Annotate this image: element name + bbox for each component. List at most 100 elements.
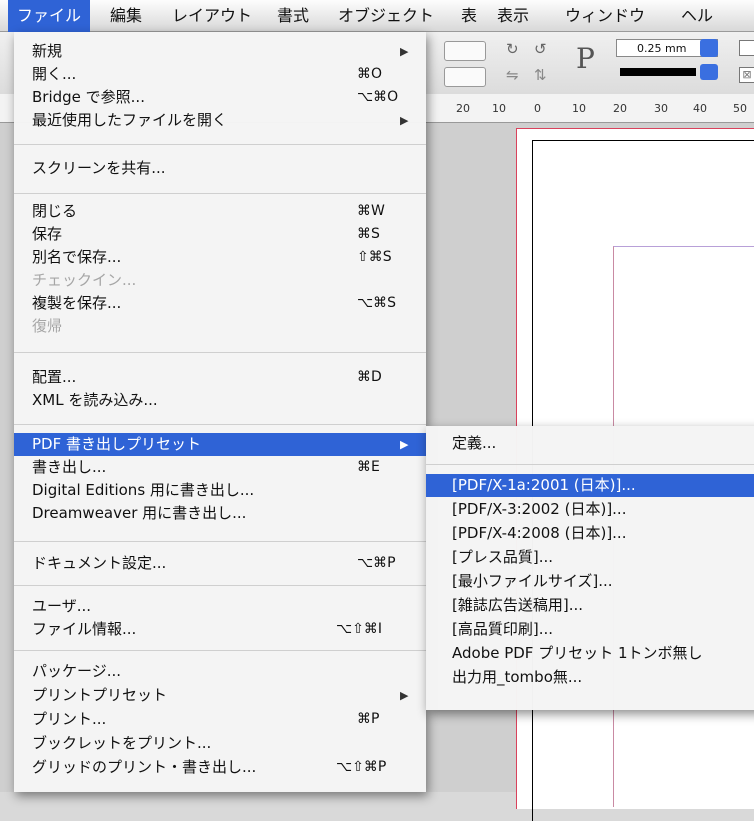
pdf-presets-submenu: 定義... [PDF/X-1a:2001 (日本)]... [PDF/X-3:2… <box>426 426 754 710</box>
menu-item-label: ファイル情報... <box>32 620 137 638</box>
submenu-item-magazine-ad[interactable]: [雑誌広告送稿用]... <box>426 594 754 617</box>
submenu-item-custom-preset-2[interactable]: 出力用_tombo無... <box>426 666 754 689</box>
menu-item-label: [雑誌広告送稿用]... <box>452 596 584 614</box>
menu-item-label: 最近使用したファイルを開く <box>32 111 228 129</box>
menu-item-label: [プレス品質]... <box>452 548 554 566</box>
menu-item-label: [最小ファイルサイズ]... <box>452 572 613 590</box>
menu-item-shortcut: ⇧⌘S <box>357 249 392 265</box>
menu-item-revert: 復帰 <box>14 315 426 338</box>
submenu-item-custom-preset-1[interactable]: Adobe PDF プリセット 1トンボ無し <box>426 642 754 665</box>
menu-item-save-copy[interactable]: 複製を保存... ⌥⌘S <box>14 292 426 315</box>
menu-object[interactable]: オブジェクト <box>329 0 443 32</box>
menu-item-label: [PDF/X-3:2002 (日本)]... <box>452 500 627 518</box>
menu-item-shortcut: ⌘S <box>357 226 380 242</box>
stroke-weight-dropdown-icon[interactable] <box>700 39 718 57</box>
menu-item-pdf-export-presets[interactable]: PDF 書き出しプリセット ▶ <box>14 433 426 456</box>
menu-bar: ファイル 編集 レイアウト 書式 オブジェクト 表 表示 ウィンドウ ヘル <box>0 0 754 32</box>
rotate-cw-icon[interactable]: ↻ <box>506 40 519 58</box>
menu-layout[interactable]: レイアウト <box>163 0 261 32</box>
submenu-arrow-icon: ▶ <box>400 45 409 58</box>
menu-item-label: 書き出し... <box>32 458 107 476</box>
menu-type[interactable]: 書式 <box>268 0 318 32</box>
menu-item-label: ブックレットをプリント... <box>32 734 212 752</box>
menu-item-label: 閉じる <box>32 202 78 220</box>
menu-table[interactable]: 表 <box>452 0 486 32</box>
ruler-tick-label: 10 <box>492 102 506 115</box>
menu-item-grid-print-export[interactable]: グリッドのプリント・書き出し... ⌥⇧⌘P <box>14 756 426 779</box>
flip-vertical-icon[interactable]: ⇅ <box>534 66 547 84</box>
menu-item-label: XML を読み込み... <box>32 391 158 409</box>
menu-item-shortcut: ⌘O <box>357 66 383 82</box>
submenu-item-smallest-file[interactable]: [最小ファイルサイズ]... <box>426 570 754 593</box>
menu-item-open-recent[interactable]: 最近使用したファイルを開く ▶ <box>14 109 426 132</box>
menu-item-label: 出力用_tombo無... <box>452 668 583 686</box>
fill-swatch-icon[interactable] <box>739 40 754 56</box>
menu-item-open[interactable]: 開く... ⌘O <box>14 63 426 86</box>
menu-item-document-setup[interactable]: ドキュメント設定... ⌥⌘P <box>14 552 426 575</box>
menu-separator <box>14 650 426 651</box>
menu-item-import-xml[interactable]: XML を読み込み... <box>14 389 426 412</box>
menu-item-close[interactable]: 閉じる ⌘W <box>14 200 426 223</box>
menu-item-export[interactable]: 書き出し... ⌘E <box>14 456 426 479</box>
menu-item-print[interactable]: プリント... ⌘P <box>14 708 426 731</box>
menu-item-label: 複製を保存... <box>32 294 122 312</box>
menu-item-share-screen[interactable]: スクリーンを共有... <box>14 157 426 180</box>
menu-item-label: [PDF/X-4:2008 (日本)]... <box>452 524 627 542</box>
menu-item-export-digital-editions[interactable]: Digital Editions 用に書き出し... <box>14 479 426 502</box>
menu-item-label: 復帰 <box>32 317 63 335</box>
menu-help[interactable]: ヘル <box>672 0 722 32</box>
menu-item-shortcut: ⌘E <box>357 459 380 475</box>
menu-separator <box>14 541 426 542</box>
reference-point-icon[interactable]: P <box>576 42 595 75</box>
ruler-tick-label: 40 <box>693 102 707 115</box>
submenu-item-pdfx1a[interactable]: [PDF/X-1a:2001 (日本)]... <box>426 474 754 497</box>
stroke-type-preview[interactable] <box>620 68 696 76</box>
submenu-item-pdfx3[interactable]: [PDF/X-3:2002 (日本)]... <box>426 498 754 521</box>
menu-window[interactable]: ウィンドウ <box>556 0 654 32</box>
menu-item-package[interactable]: パッケージ... <box>14 660 426 683</box>
menu-separator <box>14 352 426 353</box>
menu-item-browse-in-bridge[interactable]: Bridge で参照... ⌥⌘O <box>14 86 426 109</box>
menu-view[interactable]: 表示 <box>488 0 538 32</box>
menu-item-save[interactable]: 保存 ⌘S <box>14 223 426 246</box>
submenu-item-pdfx4[interactable]: [PDF/X-4:2008 (日本)]... <box>426 522 754 545</box>
menu-item-shortcut: ⌘P <box>357 711 380 727</box>
menu-item-label: 保存 <box>32 225 63 243</box>
flip-horizontal-icon[interactable]: ⇋ <box>506 66 519 84</box>
menu-separator <box>14 144 426 145</box>
menu-item-print-presets[interactable]: プリントプリセット ▶ <box>14 684 426 707</box>
rotate-ccw-icon[interactable]: ↺ <box>534 40 547 58</box>
menu-item-user[interactable]: ユーザ... <box>14 595 426 618</box>
menu-separator <box>14 193 426 194</box>
menu-item-place[interactable]: 配置... ⌘D <box>14 366 426 389</box>
submenu-item-press-quality[interactable]: [プレス品質]... <box>426 546 754 569</box>
menu-item-label: Dreamweaver 用に書き出し... <box>32 504 247 522</box>
menu-item-shortcut: ⌥⌘S <box>357 295 397 311</box>
field-stepper-1[interactable] <box>444 41 486 61</box>
menu-item-label: 別名で保存... <box>32 248 122 266</box>
stroke-swatch-icon[interactable]: ⊠ <box>739 67 754 83</box>
menu-item-shortcut: ⌥⌘O <box>357 89 399 105</box>
menu-file[interactable]: ファイル <box>8 0 91 32</box>
stroke-type-dropdown-icon[interactable] <box>700 64 718 80</box>
menu-separator <box>14 585 426 586</box>
menu-item-label: プリント... <box>32 710 107 728</box>
menu-item-label: PDF 書き出しプリセット <box>32 435 201 453</box>
submenu-item-high-quality-print[interactable]: [高品質印刷]... <box>426 618 754 641</box>
menu-item-label: 配置... <box>32 368 77 386</box>
menu-edit[interactable]: 編集 <box>101 0 151 32</box>
ruler-tick-label: 0 <box>534 102 541 115</box>
menu-item-shortcut: ⌘W <box>357 203 385 219</box>
submenu-item-define[interactable]: 定義... <box>426 432 754 455</box>
menu-item-shortcut: ⌥⇧⌘I <box>336 621 382 637</box>
menu-item-export-dreamweaver[interactable]: Dreamweaver 用に書き出し... <box>14 502 426 525</box>
menu-item-label: 定義... <box>452 434 497 452</box>
submenu-arrow-icon: ▶ <box>400 114 409 127</box>
submenu-arrow-icon: ▶ <box>400 689 409 702</box>
menu-item-save-as[interactable]: 別名で保存... ⇧⌘S <box>14 246 426 269</box>
menu-item-file-info[interactable]: ファイル情報... ⌥⇧⌘I <box>14 618 426 641</box>
field-stepper-2[interactable] <box>444 67 486 87</box>
menu-item-label: ドキュメント設定... <box>32 554 167 572</box>
menu-item-print-booklet[interactable]: ブックレットをプリント... <box>14 732 426 755</box>
menu-item-new[interactable]: 新規 ▶ <box>14 40 426 63</box>
